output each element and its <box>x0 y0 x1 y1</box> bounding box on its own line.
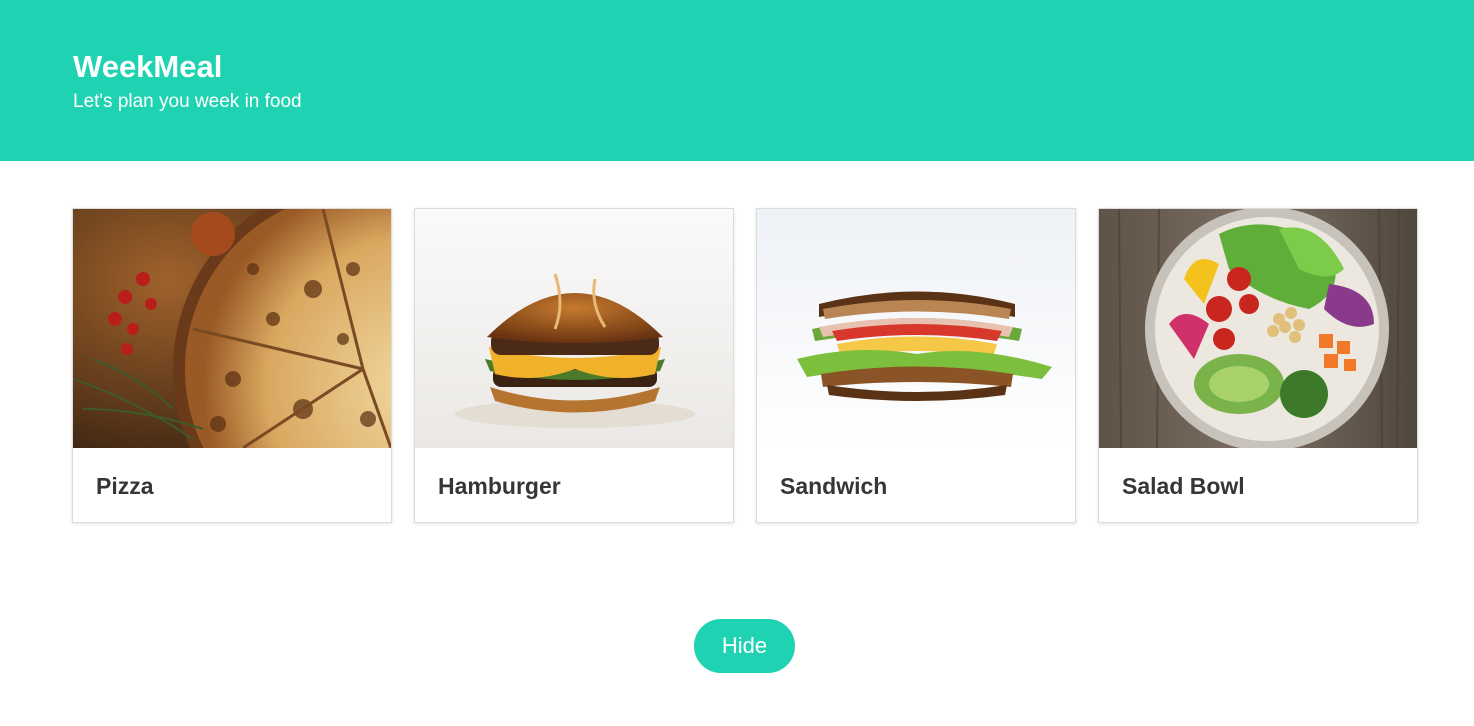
app-title: WeekMeal <box>73 49 223 84</box>
sandwich-image <box>757 209 1075 448</box>
hero-header: WeekMeal Let's plan you week in food <box>0 0 1474 161</box>
meal-card-title: Pizza <box>96 473 154 499</box>
meal-card-salad-bowl[interactable]: Salad Bowl <box>1098 208 1418 523</box>
meal-card-hamburger[interactable]: Hamburger <box>414 208 734 523</box>
meal-card-sandwich[interactable]: Sandwich <box>756 208 1076 523</box>
meal-card-pizza[interactable]: Pizza <box>72 208 392 523</box>
meal-card-title: Salad Bowl <box>1122 473 1245 499</box>
meal-card-title: Sandwich <box>780 473 888 499</box>
hide-button[interactable]: Hide <box>694 619 795 673</box>
pizza-image <box>73 209 391 448</box>
hamburger-image <box>415 209 733 448</box>
meal-card-title: Hamburger <box>438 473 561 499</box>
app-subtitle: Let's plan you week in food <box>73 91 302 112</box>
salad-bowl-image <box>1099 209 1417 448</box>
